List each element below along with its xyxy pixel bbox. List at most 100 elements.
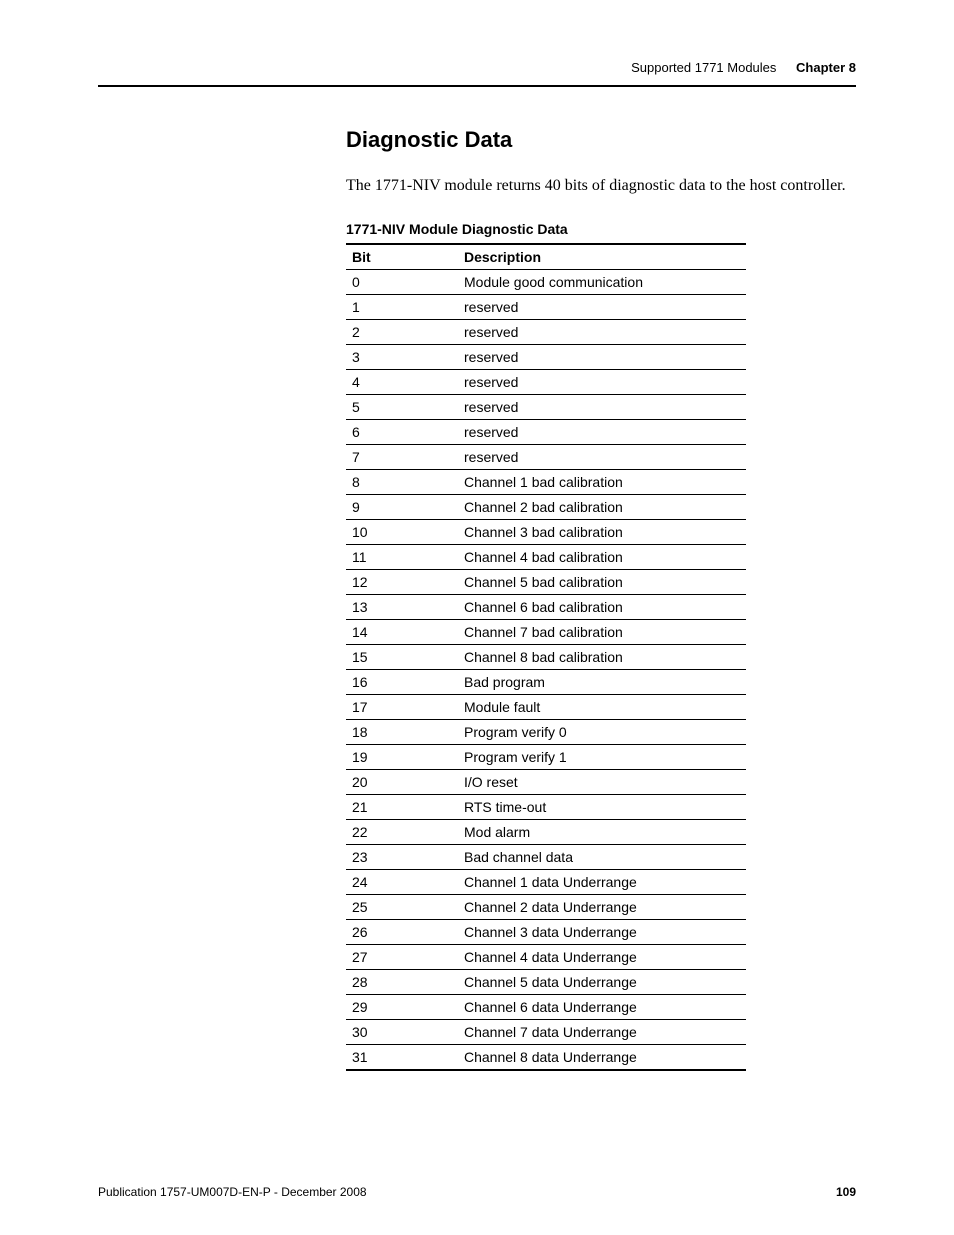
cell-description: Channel 8 data Underrange	[458, 1044, 746, 1070]
cell-description: Mod alarm	[458, 819, 746, 844]
cell-bit: 28	[346, 969, 458, 994]
cell-bit: 7	[346, 444, 458, 469]
cell-description: reserved	[458, 419, 746, 444]
cell-bit: 8	[346, 469, 458, 494]
table-row: 12Channel 5 bad calibration	[346, 569, 746, 594]
cell-description: Module fault	[458, 694, 746, 719]
cell-bit: 30	[346, 1019, 458, 1044]
page-footer: Publication 1757-UM007D-EN-P - December …	[98, 1185, 856, 1199]
cell-description: Program verify 0	[458, 719, 746, 744]
cell-description: Channel 4 data Underrange	[458, 944, 746, 969]
diagnostic-table: Bit Description 0Module good communicati…	[346, 243, 746, 1071]
cell-bit: 21	[346, 794, 458, 819]
table-row: 28Channel 5 data Underrange	[346, 969, 746, 994]
cell-bit: 2	[346, 319, 458, 344]
footer-page-number: 109	[836, 1185, 856, 1199]
table-row: 30Channel 7 data Underrange	[346, 1019, 746, 1044]
cell-description: Channel 2 bad calibration	[458, 494, 746, 519]
table-row: 13Channel 6 bad calibration	[346, 594, 746, 619]
content-area: Diagnostic Data The 1771-NIV module retu…	[346, 127, 856, 1071]
section-heading: Diagnostic Data	[346, 127, 856, 153]
table-row: 7reserved	[346, 444, 746, 469]
cell-description: Channel 6 bad calibration	[458, 594, 746, 619]
cell-bit: 20	[346, 769, 458, 794]
table-row: 10Channel 3 bad calibration	[346, 519, 746, 544]
table-body: 0Module good communication1reserved2rese…	[346, 269, 746, 1070]
cell-description: Channel 3 data Underrange	[458, 919, 746, 944]
col-header-bit: Bit	[346, 244, 458, 270]
cell-bit: 19	[346, 744, 458, 769]
cell-bit: 29	[346, 994, 458, 1019]
table-row: 0Module good communication	[346, 269, 746, 294]
cell-description: I/O reset	[458, 769, 746, 794]
cell-description: Module good communication	[458, 269, 746, 294]
cell-bit: 16	[346, 669, 458, 694]
table-row: 3reserved	[346, 344, 746, 369]
table-row: 2reserved	[346, 319, 746, 344]
cell-description: Channel 1 bad calibration	[458, 469, 746, 494]
cell-description: reserved	[458, 444, 746, 469]
cell-bit: 10	[346, 519, 458, 544]
table-header-row: Bit Description	[346, 244, 746, 270]
cell-description: reserved	[458, 394, 746, 419]
cell-description: reserved	[458, 344, 746, 369]
cell-bit: 27	[346, 944, 458, 969]
header-section: Supported 1771 Modules	[631, 60, 776, 75]
cell-bit: 31	[346, 1044, 458, 1070]
cell-bit: 6	[346, 419, 458, 444]
col-header-description: Description	[458, 244, 746, 270]
table-row: 1reserved	[346, 294, 746, 319]
cell-bit: 4	[346, 369, 458, 394]
cell-bit: 5	[346, 394, 458, 419]
table-row: 29Channel 6 data Underrange	[346, 994, 746, 1019]
table-row: 16Bad program	[346, 669, 746, 694]
cell-description: reserved	[458, 319, 746, 344]
cell-description: Channel 1 data Underrange	[458, 869, 746, 894]
table-row: 19Program verify 1	[346, 744, 746, 769]
header-chapter: Chapter 8	[796, 60, 856, 75]
cell-bit: 3	[346, 344, 458, 369]
table-row: 14Channel 7 bad calibration	[346, 619, 746, 644]
cell-bit: 15	[346, 644, 458, 669]
cell-bit: 25	[346, 894, 458, 919]
cell-description: Channel 2 data Underrange	[458, 894, 746, 919]
table-row: 15Channel 8 bad calibration	[346, 644, 746, 669]
table-row: 21RTS time-out	[346, 794, 746, 819]
cell-description: reserved	[458, 294, 746, 319]
cell-description: reserved	[458, 369, 746, 394]
cell-description: Channel 6 data Underrange	[458, 994, 746, 1019]
cell-description: Channel 5 data Underrange	[458, 969, 746, 994]
cell-bit: 13	[346, 594, 458, 619]
cell-bit: 23	[346, 844, 458, 869]
cell-description: Bad program	[458, 669, 746, 694]
page: Supported 1771 Modules Chapter 8 Diagnos…	[0, 0, 954, 1235]
cell-description: Channel 5 bad calibration	[458, 569, 746, 594]
cell-bit: 12	[346, 569, 458, 594]
table-row: 6reserved	[346, 419, 746, 444]
table-row: 25Channel 2 data Underrange	[346, 894, 746, 919]
cell-description: Channel 8 bad calibration	[458, 644, 746, 669]
table-row: 26Channel 3 data Underrange	[346, 919, 746, 944]
cell-description: Channel 7 bad calibration	[458, 619, 746, 644]
table-row: 23Bad channel data	[346, 844, 746, 869]
cell-bit: 0	[346, 269, 458, 294]
cell-bit: 22	[346, 819, 458, 844]
table-row: 22Mod alarm	[346, 819, 746, 844]
running-header: Supported 1771 Modules Chapter 8	[98, 60, 856, 75]
cell-description: Channel 4 bad calibration	[458, 544, 746, 569]
cell-description: Bad channel data	[458, 844, 746, 869]
table-row: 9Channel 2 bad calibration	[346, 494, 746, 519]
table-row: 4reserved	[346, 369, 746, 394]
table-row: 18Program verify 0	[346, 719, 746, 744]
cell-bit: 1	[346, 294, 458, 319]
cell-bit: 14	[346, 619, 458, 644]
header-rule	[98, 85, 856, 87]
table-row: 31Channel 8 data Underrange	[346, 1044, 746, 1070]
cell-description: Program verify 1	[458, 744, 746, 769]
table-row: 27Channel 4 data Underrange	[346, 944, 746, 969]
table-row: 5reserved	[346, 394, 746, 419]
cell-bit: 24	[346, 869, 458, 894]
cell-description: RTS time-out	[458, 794, 746, 819]
footer-publication: Publication 1757-UM007D-EN-P - December …	[98, 1185, 367, 1199]
cell-bit: 11	[346, 544, 458, 569]
